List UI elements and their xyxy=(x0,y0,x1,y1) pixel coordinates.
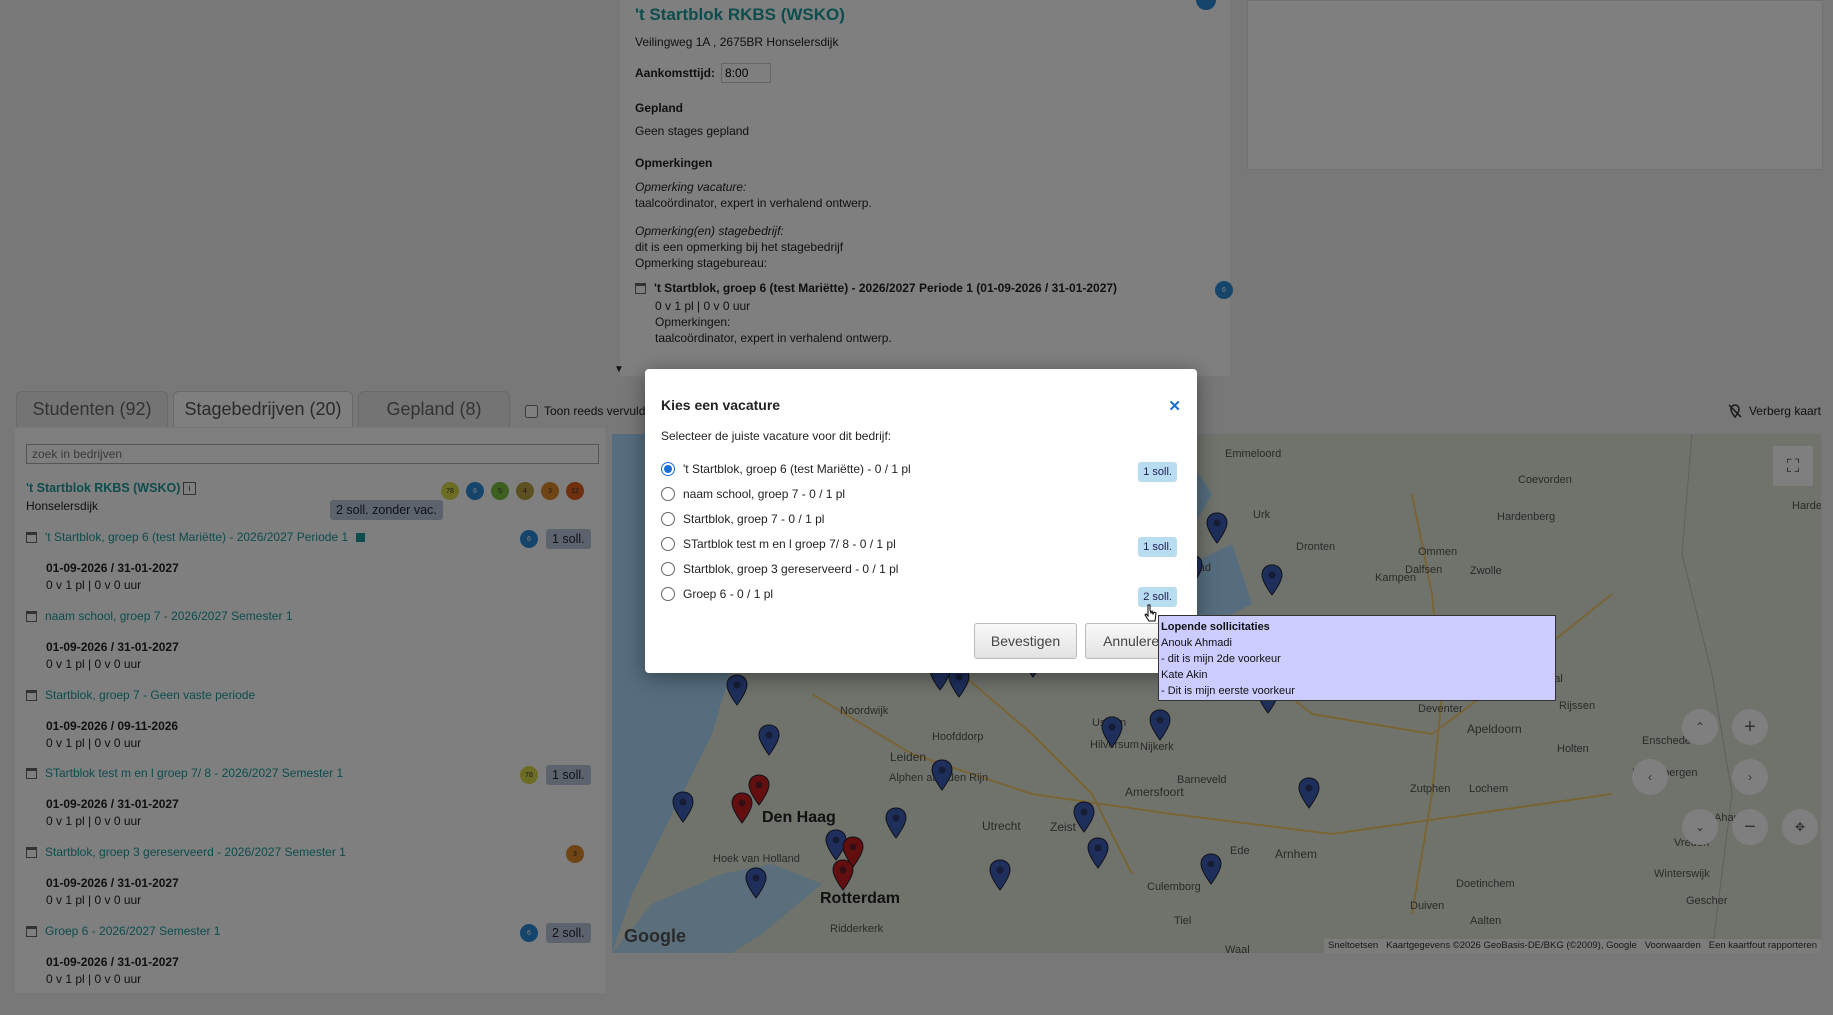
radio-button[interactable] xyxy=(661,562,675,576)
applications-tooltip: Lopende sollicitaties Anouk Ahmadi - dit… xyxy=(1158,615,1556,701)
mouse-cursor-icon xyxy=(1144,604,1157,622)
option-label: 't Startblok, groep 6 (test Mariëtte) - … xyxy=(683,462,911,476)
option-soll-badge: 1 soll. xyxy=(1138,462,1177,482)
vacancy-option[interactable]: naam school, groep 7 - 0 / 1 pl xyxy=(661,487,845,501)
option-label: Groep 6 - 0 / 1 pl xyxy=(683,587,774,601)
option-label: STartblok test m en l groep 7/ 8 - 0 / 1… xyxy=(683,537,896,551)
dialog-title: Kies een vacature xyxy=(661,397,781,413)
radio-button[interactable] xyxy=(661,462,675,476)
radio-button[interactable] xyxy=(661,487,675,501)
radio-button[interactable] xyxy=(661,537,675,551)
option-label: Startblok, groep 3 gereserveerd - 0 / 1 … xyxy=(683,562,899,576)
confirm-button[interactable]: Bevestigen xyxy=(974,623,1077,659)
option-label: Startblok, groep 7 - 0 / 1 pl xyxy=(683,512,825,526)
vacancy-option[interactable]: Startblok, groep 7 - 0 / 1 pl xyxy=(661,512,824,526)
page: 't Startblok RKBS (WSKO) Veilingweg 1A ,… xyxy=(0,0,1833,1015)
tooltip-line: - Dit is mijn eerste voorkeur xyxy=(1161,685,1295,697)
dialog-subtitle: Selecteer de juiste vacature voor dit be… xyxy=(661,429,892,443)
option-soll-badge: 1 soll. xyxy=(1138,537,1177,557)
vacancy-option[interactable]: STartblok test m en l groep 7/ 8 - 0 / 1… xyxy=(661,537,896,551)
vacancy-option[interactable]: Groep 6 - 0 / 1 pl xyxy=(661,587,773,601)
vacancy-option[interactable]: Startblok, groep 3 gereserveerd - 0 / 1 … xyxy=(661,562,898,576)
tooltip-line: - dit is mijn 2de voorkeur xyxy=(1161,653,1281,665)
choose-vacancy-dialog: Kies een vacature ✕ Selecteer de juiste … xyxy=(645,369,1197,673)
radio-button[interactable] xyxy=(661,587,675,601)
tooltip-line: Kate Akin xyxy=(1161,669,1208,681)
vacancy-option[interactable]: 't Startblok, groep 6 (test Mariëtte) - … xyxy=(661,462,911,476)
tooltip-title: Lopende sollicitaties xyxy=(1161,621,1270,633)
option-label: naam school, groep 7 - 0 / 1 pl xyxy=(683,487,846,501)
tooltip-line: Anouk Ahmadi xyxy=(1161,637,1232,649)
radio-button[interactable] xyxy=(661,512,675,526)
close-icon[interactable]: ✕ xyxy=(1168,397,1181,415)
